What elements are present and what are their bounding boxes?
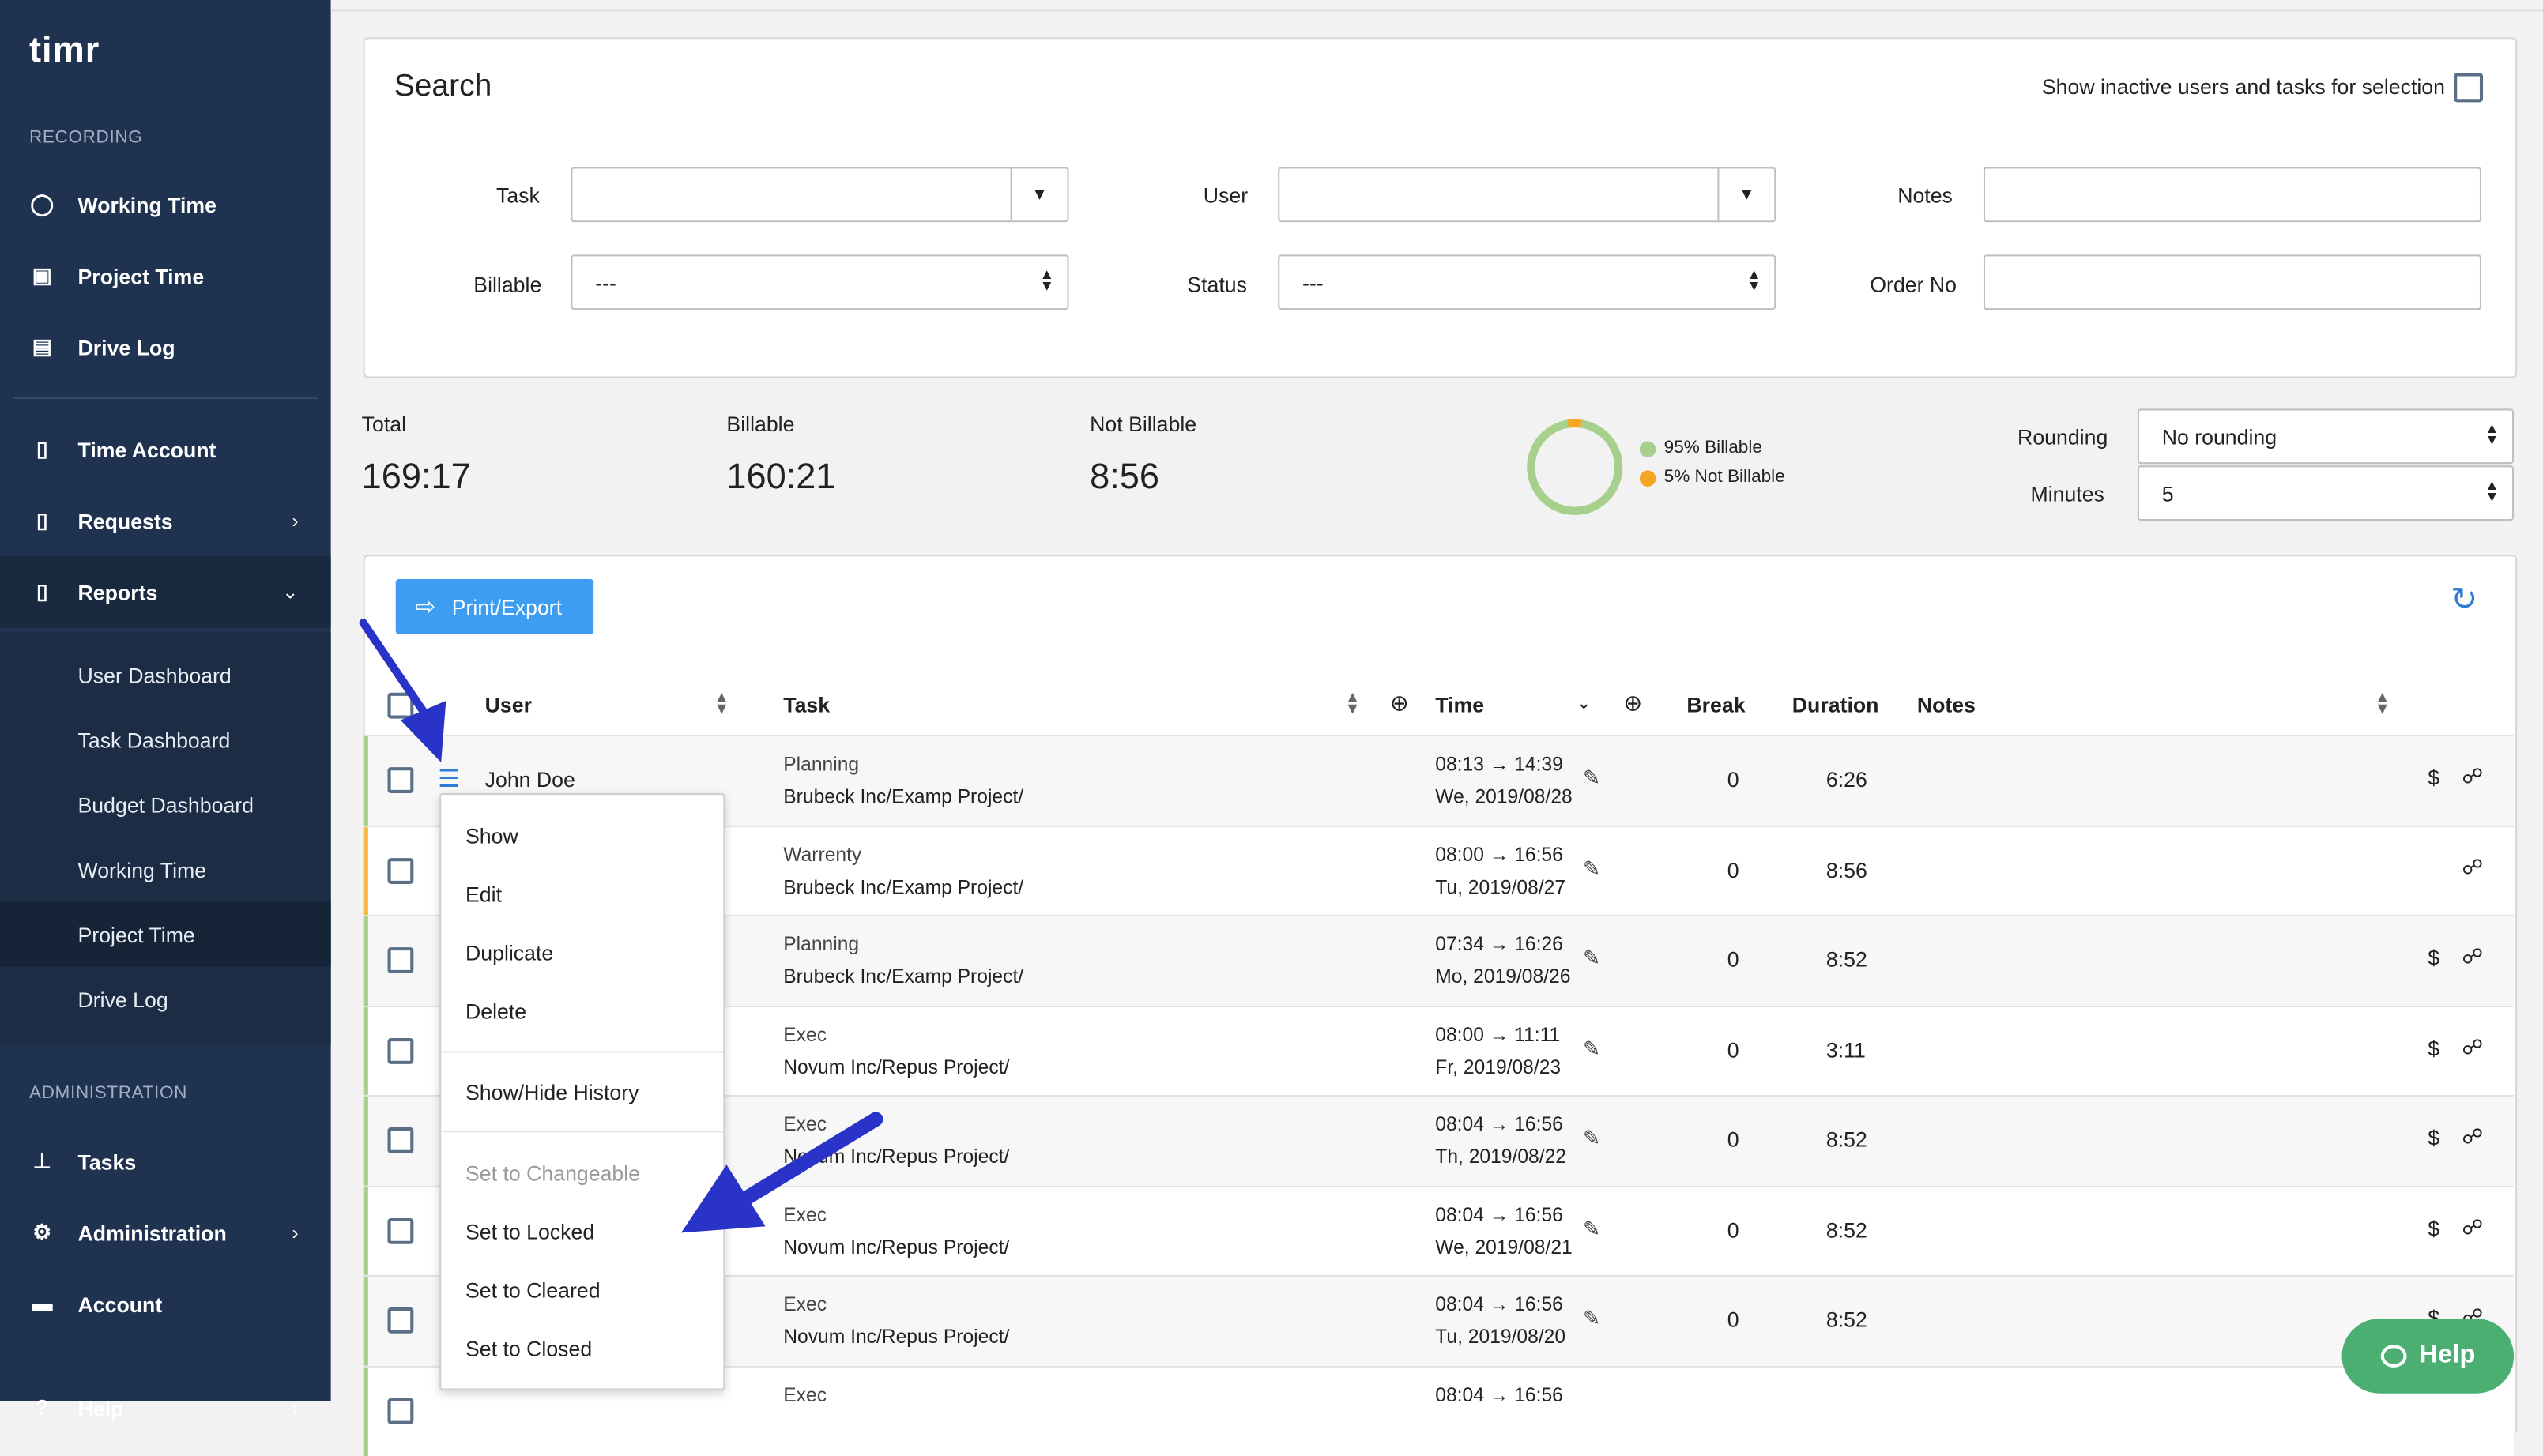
help-button[interactable]: Help — [2341, 1319, 2515, 1394]
annotation-arrow-shaft — [735, 1112, 883, 1208]
annotation-arrow-shaft — [359, 619, 429, 718]
chat-bubble-icon — [2380, 1345, 2406, 1368]
help-button-label: Help — [2419, 1341, 2476, 1369]
annotation-arrows — [359, 619, 883, 1233]
